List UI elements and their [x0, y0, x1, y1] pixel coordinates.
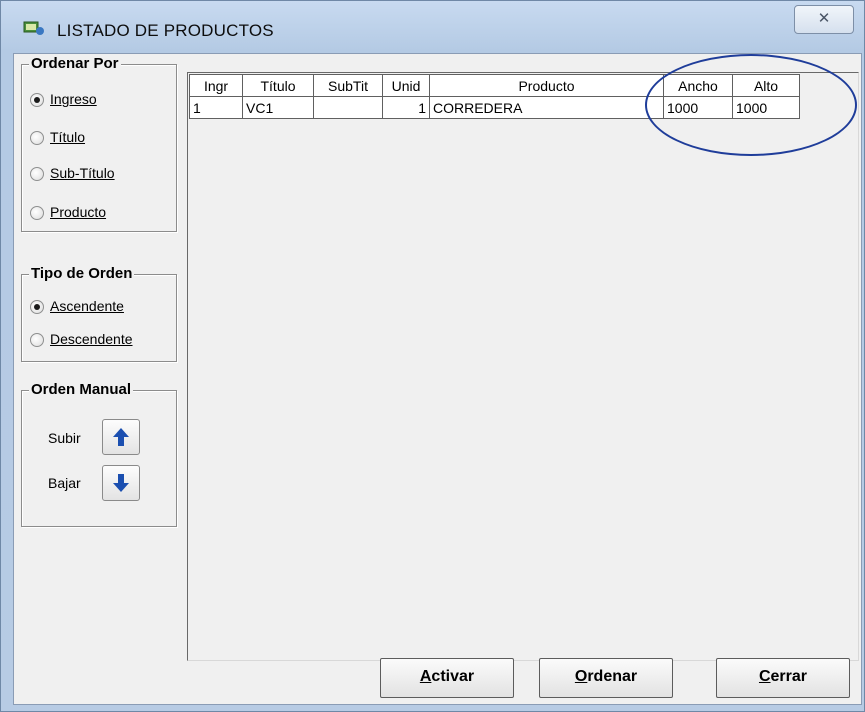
radio-label: Título — [50, 129, 86, 145]
order-button[interactable]: Ordenar — [539, 658, 673, 698]
up-label: Subir — [48, 430, 81, 446]
radio-label: Descendente — [50, 331, 133, 347]
manual-order-group: Orden Manual Subir Bajar — [21, 381, 177, 527]
cell-subtit[interactable] — [313, 96, 383, 119]
down-label: Bajar — [48, 475, 81, 491]
radio-button[interactable] — [30, 300, 44, 314]
column-header-producto[interactable]: Producto — [429, 74, 664, 97]
sort-by-title: Ordenar Por — [29, 55, 121, 72]
move-down-button[interactable] — [102, 465, 140, 501]
radio-label: Producto — [50, 204, 107, 220]
close-icon: ✕ — [817, 10, 831, 27]
radio-button[interactable] — [30, 206, 44, 220]
highlight-ellipse — [645, 54, 857, 156]
window-title: LISTADO DE PRODUCTOS — [57, 21, 274, 40]
radio-label: Ascendente — [50, 298, 124, 314]
activate-mnemonic: A — [419, 668, 432, 685]
close-window-button[interactable]: ✕ — [794, 5, 854, 34]
close-mnemonic: C — [758, 668, 771, 685]
order-type-title: Tipo de Orden — [29, 265, 135, 282]
order-label: rdenar — [587, 668, 638, 685]
column-header-titulo[interactable]: Título — [242, 74, 314, 97]
sort-by-group: Ordenar Por Ingreso Título Sub-Título Pr… — [21, 55, 177, 232]
order-type-group: Tipo de Orden Ascendente Descendente — [21, 265, 177, 362]
activate-label: ctivar — [431, 668, 475, 685]
move-up-button[interactable] — [102, 419, 140, 455]
column-header-ingr[interactable]: Ingr — [189, 74, 243, 97]
products-grid[interactable]: Ingr Título SubTit Unid Producto Ancho A… — [187, 72, 859, 661]
app-icon — [23, 21, 44, 35]
close-label: errar — [770, 668, 808, 685]
arrow-down-icon — [113, 474, 129, 492]
radio-button[interactable] — [30, 167, 44, 181]
title-bar[interactable]: LISTADO DE PRODUCTOS ✕ — [1, 1, 864, 53]
radio-button[interactable] — [30, 93, 44, 107]
main-window: LISTADO DE PRODUCTOS ✕ Ordenar Por Ingre… — [0, 0, 865, 712]
radio-label: Ingreso — [50, 91, 97, 107]
cell-producto[interactable]: CORREDERA — [429, 96, 664, 119]
column-header-unid[interactable]: Unid — [382, 74, 430, 97]
arrow-up-icon — [113, 428, 129, 446]
activate-button[interactable]: Activar — [380, 658, 514, 698]
cell-ingr[interactable]: 1 — [189, 96, 243, 119]
close-button[interactable]: Cerrar — [716, 658, 850, 698]
radio-button[interactable] — [30, 131, 44, 145]
order-mnemonic: O — [574, 668, 588, 685]
cell-titulo[interactable]: VC1 — [242, 96, 314, 119]
radio-button[interactable] — [30, 333, 44, 347]
manual-order-title: Orden Manual — [29, 381, 134, 398]
column-header-subtit[interactable]: SubTit — [313, 74, 383, 97]
radio-label: Sub-Título — [50, 165, 115, 181]
cell-unid[interactable]: 1 — [382, 96, 430, 119]
